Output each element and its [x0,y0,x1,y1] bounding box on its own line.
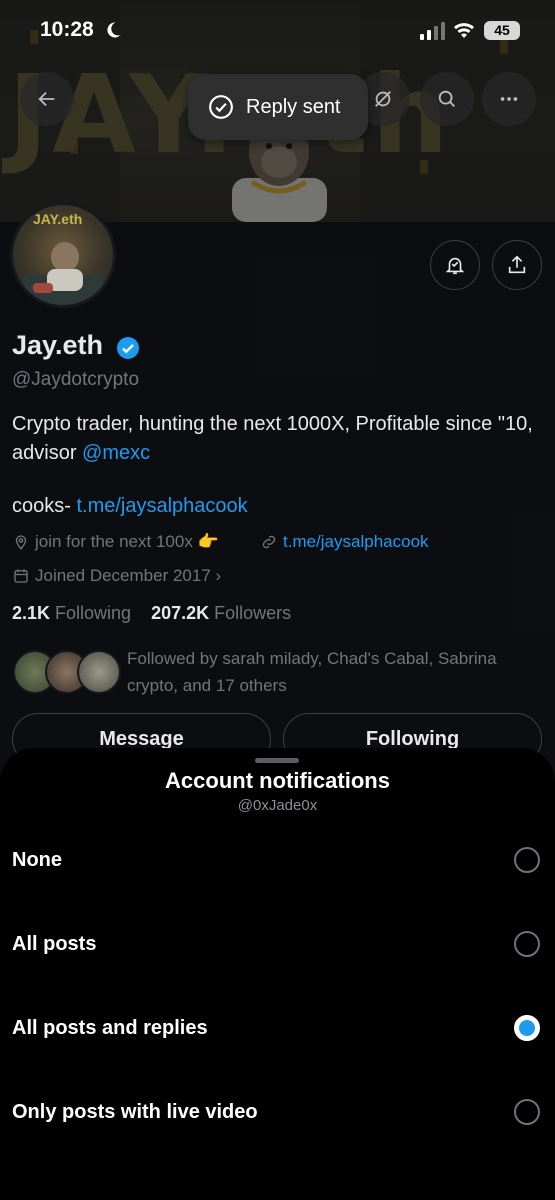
followers-label: Followers [209,603,292,623]
verified-badge-icon[interactable] [116,336,140,360]
search-icon [438,90,455,107]
profile-bio: Crypto trader, hunting the next 1000X, P… [12,410,542,468]
followers-count: 207.2K [151,603,210,623]
bio-cooks-line: cooks- t.me/jaysalphacook [12,495,248,518]
radio-button[interactable] [514,847,540,873]
profile-joined[interactable]: Joined December 2017 › [12,566,221,586]
cellular-signal-icon [420,22,445,40]
cooks-prefix: cooks- [12,495,77,517]
followed-by-text[interactable]: Followed by sarah milady, Chad's Cabal, … [127,645,537,699]
reply-sent-toast: Reply sent [188,74,368,140]
sheet-title: Account notifications [165,768,390,793]
more-dots-icon [500,97,518,101]
option-label: Only posts with live video [12,1101,258,1123]
bell-check-icon [445,257,465,275]
sheet-subtitle: @0xJade0x [237,797,318,814]
option-all-posts-and-replies[interactable]: All posts and replies [0,986,555,1070]
option-label: All posts [12,933,97,955]
location-text: join for the next 100x 👉 [35,532,219,551]
website-link[interactable]: t.me/jaysalphacook [283,532,429,552]
clock: 10:28 [40,18,94,41]
cooks-link[interactable]: t.me/jaysalphacook [76,495,247,517]
link-icon [262,535,276,549]
share-icon [508,255,526,274]
bio-mention-link[interactable]: @mexc [82,442,150,464]
option-label: None [12,849,62,871]
account-notifications-sheet: Account notifications @0xJade0x None All… [0,748,555,1200]
option-label: All posts and replies [12,1017,208,1039]
profile-avatar[interactable]: JAY.eth [10,202,116,308]
back-arrow-icon [38,91,55,107]
battery-indicator: 45 [484,21,520,40]
avatar-figure [23,242,103,305]
follower-avatar [77,650,121,694]
status-bar: 10:28 45 [0,0,555,62]
toast-text: Reply sent [246,95,341,118]
search-button[interactable] [420,72,474,126]
back-button[interactable] [20,72,74,126]
profile-location: join for the next 100x 👉 [12,532,219,552]
moon-icon [107,22,121,38]
location-pin-icon [15,535,27,550]
joined-text: Joined December 2017 › [35,566,222,585]
check-circle-icon [209,95,233,119]
profile-website[interactable]: t.me/jaysalphacook [260,532,429,552]
more-button[interactable] [482,72,536,126]
radio-button[interactable] [514,931,540,957]
profile-stats: 2.1K Following 207.2K Followers [12,603,291,624]
following-stat[interactable]: 2.1K Following [12,603,131,623]
following-count: 2.1K [12,603,51,623]
sheet-grabber[interactable] [255,758,299,763]
radio-button[interactable] [514,1099,540,1125]
notification-bell-button[interactable] [430,240,480,290]
following-label: Following [50,603,132,623]
calendar-icon [14,569,28,583]
profile-name: Jay.eth [12,330,104,360]
option-all-posts[interactable]: All posts [0,902,555,986]
share-button[interactable] [492,240,542,290]
wifi-icon [454,23,474,38]
profile-handle: @Jaydotcrypto [12,369,140,390]
grok-icon [375,91,391,107]
option-only-live-video[interactable]: Only posts with live video [0,1070,555,1154]
followers-stat[interactable]: 207.2K Followers [151,603,291,623]
radio-button-selected[interactable] [514,1015,540,1041]
option-none[interactable]: None [0,818,555,902]
